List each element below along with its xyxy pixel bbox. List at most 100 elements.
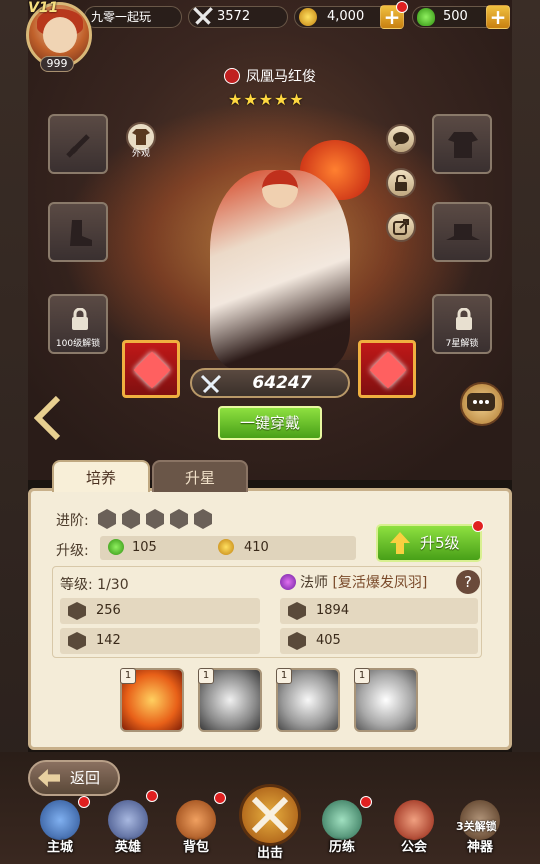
castle-icon — [40, 800, 80, 840]
nav-label: 主城 — [46, 840, 73, 855]
battle-swords-icon — [251, 796, 289, 834]
hero-power-value: 64247 — [252, 373, 312, 393]
gold-display: 4,000 — [294, 6, 394, 28]
lock-toggle-button[interactable] — [386, 168, 416, 198]
back-arrow-icon — [38, 769, 60, 787]
hero-head — [262, 170, 298, 208]
stat-defense-value: 142 — [96, 633, 121, 648]
fire-element-icon — [224, 68, 240, 84]
lock-icon — [456, 308, 472, 330]
skill-level: 1 — [120, 668, 136, 684]
potion-value: 500 — [443, 9, 468, 24]
sword-silhouette-icon — [66, 134, 90, 158]
helmet-icon — [108, 800, 148, 840]
defense-stat-icon — [68, 632, 86, 650]
nav-notification-dot — [146, 790, 158, 802]
nav-label: 英雄 — [114, 840, 141, 855]
nav-notification-dot — [214, 792, 226, 804]
skill-level: 1 — [276, 668, 292, 684]
unlock-label: 7星解锁 — [445, 339, 479, 349]
chat-icon — [467, 393, 495, 411]
gold-value: 4,000 — [327, 9, 365, 24]
potion-icon — [108, 539, 124, 555]
tab-star-up[interactable]: 升星 — [152, 460, 248, 492]
tab-train[interactable]: 培养 — [52, 460, 150, 492]
skill-slot-4[interactable]: 1 — [354, 668, 418, 732]
gem-icon — [133, 351, 171, 389]
player-name: 九零一起玩 — [84, 6, 182, 28]
boots-silhouette-icon — [70, 220, 92, 246]
stat-defense: 142 — [60, 628, 260, 654]
hat-silhouette-icon — [446, 224, 480, 240]
boots-slot[interactable] — [48, 202, 108, 262]
skill-slot-2[interactable]: 1 — [198, 668, 262, 732]
hero-class: 法师 [复活爆发凤羽] — [280, 572, 427, 592]
hero-name-text: 凤凰马红俊 — [246, 69, 316, 85]
power-value: 3572 — [217, 9, 251, 24]
nav-battle[interactable]: 出击 — [234, 784, 306, 862]
hp-stat-icon — [288, 602, 306, 620]
unlock-label: 100级解锁 — [55, 339, 101, 349]
gem-slot-left[interactable] — [122, 340, 180, 398]
hero-name: 凤凰马红俊 — [0, 66, 540, 86]
gem-slot-right[interactable] — [358, 340, 416, 398]
stat-attack-value: 256 — [96, 603, 121, 618]
nav-label: 背包 — [182, 840, 209, 855]
gem-icon — [369, 351, 407, 389]
skill-slot-1[interactable]: 1 — [120, 668, 184, 732]
help-button[interactable]: ? — [456, 570, 480, 594]
mage-class-icon — [280, 574, 296, 590]
nav-main-city[interactable]: 主城 — [30, 800, 90, 860]
gold-coin-icon — [218, 539, 234, 555]
equip-all-button[interactable]: 一键穿戴 — [218, 406, 322, 440]
potion-icon — [417, 8, 435, 26]
upgrade-notification-dot — [472, 520, 484, 532]
armor-silhouette-icon — [448, 132, 478, 158]
locked-slot-level-100[interactable]: 100级解锁 — [48, 294, 108, 354]
upgrade-label: 升级: — [56, 543, 89, 559]
nav-guild[interactable]: 公会 — [384, 800, 444, 860]
attack-stat-icon — [68, 602, 86, 620]
comment-button[interactable] — [386, 124, 416, 154]
gold-coin-icon — [299, 8, 317, 26]
skill-level: 1 — [354, 668, 370, 684]
skill-level: 1 — [198, 668, 214, 684]
artifact-unlock-hint: 3关解锁 — [456, 820, 497, 833]
skill-slot-3[interactable]: 1 — [276, 668, 340, 732]
potion-cost: 105 — [132, 540, 157, 555]
nav-label: 公会 — [400, 840, 427, 855]
hat-slot[interactable] — [432, 202, 492, 262]
add-potion-button[interactable]: + — [486, 5, 510, 29]
nav-label: 历练 — [328, 840, 355, 855]
share-button[interactable] — [386, 212, 416, 242]
class-name: 法师 — [300, 575, 328, 591]
previous-hero-arrow-icon[interactable] — [34, 396, 62, 440]
stat-hp-value: 1894 — [316, 603, 350, 618]
stat-hp: 1894 — [280, 598, 478, 624]
up-arrow-icon — [390, 532, 410, 554]
share-icon — [393, 219, 409, 235]
left-frame — [0, 0, 28, 864]
right-frame — [512, 0, 540, 864]
nav-backpack[interactable]: 背包 — [166, 800, 226, 860]
weapon-slot[interactable] — [48, 114, 108, 174]
swords-icon — [193, 7, 213, 25]
armor-slot[interactable] — [432, 114, 492, 174]
advance-label: 进阶: — [56, 513, 89, 529]
skin-label: 外观 — [131, 149, 150, 159]
stat-speed: 405 — [280, 628, 478, 654]
back-button[interactable]: 返回 — [28, 760, 120, 796]
upgrade-5-levels-button[interactable]: 升5级 — [376, 524, 482, 562]
nav-notification-dot — [78, 796, 90, 808]
avatar-face — [43, 17, 77, 53]
backpack-icon — [176, 800, 216, 840]
hero-stars: ★★★★★ — [228, 90, 305, 109]
nav-training[interactable]: 历练 — [312, 800, 372, 860]
stat-attack: 256 — [60, 598, 260, 624]
back-label: 返回 — [70, 769, 101, 787]
nav-heroes[interactable]: 英雄 — [98, 800, 158, 860]
speed-stat-icon — [288, 632, 306, 650]
chat-button[interactable] — [460, 382, 504, 426]
locked-slot-7-star[interactable]: 7星解锁 — [432, 294, 492, 354]
lock-icon — [72, 308, 88, 330]
